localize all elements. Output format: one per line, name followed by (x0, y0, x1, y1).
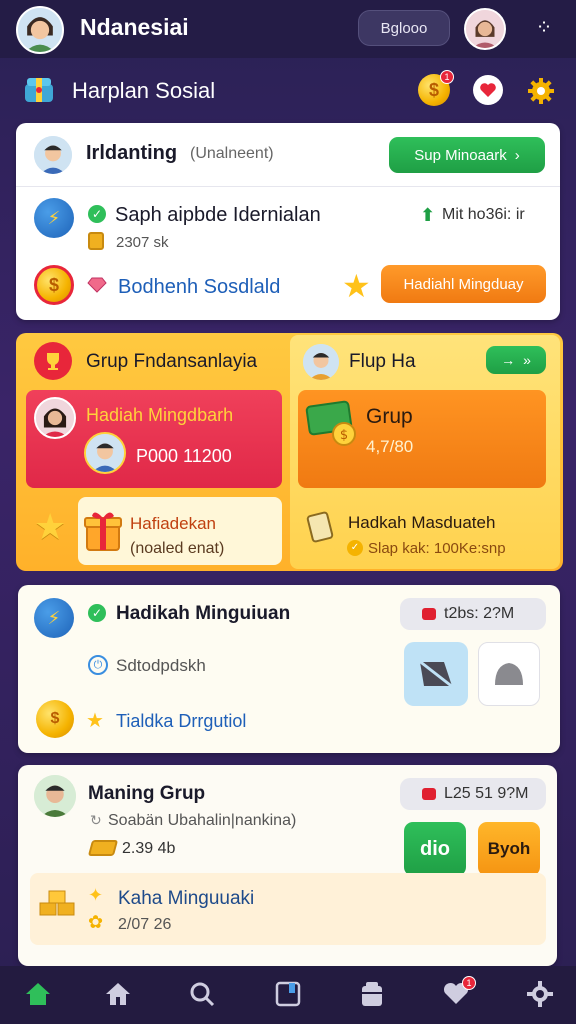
gem-icon (86, 277, 108, 293)
image-icon (417, 658, 455, 690)
promo-right-sub: Slap kak: 100Ke:snp (368, 540, 506, 557)
user-avatar[interactable] (464, 8, 506, 50)
shield-check-icon: ✓ (347, 540, 363, 556)
group-avatar (34, 775, 76, 817)
gold-bar-icon (87, 840, 119, 856)
svg-text:$: $ (340, 428, 348, 443)
trophy-icon (34, 342, 72, 380)
house-icon[interactable] (94, 970, 142, 1018)
gift-box-icon (22, 74, 56, 106)
green-action-button[interactable]: dio (404, 822, 466, 876)
person-icon (18, 8, 62, 52)
group-avatar (303, 344, 339, 380)
person-icon (34, 136, 72, 174)
timer-pill: t2bs: 2?M (400, 598, 546, 630)
check-icon: ✓ (88, 604, 106, 622)
flup-header: Flup Ha (349, 351, 416, 372)
weekly-row-2: Sdtodpdskh (116, 656, 206, 675)
app-title: Ndanesiai (80, 14, 189, 40)
row-amount: 2307 sk (116, 234, 169, 251)
chevron-right-icon: › (514, 146, 520, 164)
weekly-link[interactable]: Tialdka Drrgutiol (116, 711, 246, 732)
person-icon (34, 775, 76, 817)
person-icon (303, 344, 339, 380)
row-meta: Mit ho36i: ir (442, 206, 525, 223)
timer-icon (422, 788, 436, 800)
double-chevron-icon: » (523, 352, 531, 368)
promo-right-title: Hadkah Masduateh (348, 513, 496, 532)
boost-icon: ⚡ (34, 198, 74, 238)
inner-card-value: 2/07 26 (118, 916, 172, 933)
inner-card-title: Kaha Minguuaki (118, 888, 255, 909)
nav-badge: 1 (462, 976, 476, 990)
promo-left-sub: (noaled enat) (130, 540, 225, 557)
member-status: (Unalneent) (190, 145, 274, 162)
member-name: Irldanting (86, 142, 178, 164)
timer-text: t2bs: 2?M (444, 605, 515, 622)
coin-badge-icon: $ (34, 265, 74, 305)
star-icon: ★ (86, 710, 104, 732)
notification-badge: 1 (440, 70, 454, 84)
group-card-title: Maning Grup (88, 783, 206, 804)
reward-tile-title: Hadiah Mingdbarh (86, 405, 234, 425)
settings-icon[interactable] (516, 970, 564, 1018)
timer-icon (422, 608, 436, 620)
divider (16, 186, 560, 187)
person-icon (466, 10, 504, 48)
image-tile-blue[interactable] (404, 642, 468, 706)
promo-left-title: Hafiadekan (130, 514, 217, 533)
timer-text: L25 51 9?M (444, 785, 529, 802)
group-tile-title: Grup (366, 405, 413, 428)
section-title: Harplan Sosial (72, 78, 216, 103)
home-icon[interactable] (14, 970, 62, 1018)
ticket-icon (306, 510, 336, 544)
refresh-icon: ↻ (90, 812, 102, 828)
notebook-icon[interactable] (264, 970, 312, 1018)
boost-icon: ⚡ (34, 598, 74, 638)
orange-action-button[interactable]: Byoh (478, 822, 540, 876)
weekly-reward-button[interactable]: Hadiahl Mingduay (381, 265, 546, 303)
reward-tile-value: P000 11200 (136, 446, 232, 466)
star-badge-icon: ★ (34, 506, 67, 547)
reward-avatar-2 (84, 432, 126, 474)
arrow-right-icon: → (501, 352, 516, 368)
header-pill-button[interactable]: Bglooo (358, 10, 450, 46)
check-icon: ✓ (88, 205, 106, 223)
sparkle-icon: ✦ (88, 885, 104, 905)
search-icon[interactable] (178, 970, 226, 1018)
gift-icon (84, 508, 122, 552)
money-icon: $ (304, 396, 362, 448)
heart-icon[interactable] (473, 75, 503, 105)
social-link[interactable]: Bodhenh Sosdlald (118, 276, 280, 299)
gold-bar-icon (88, 232, 104, 250)
power-icon: ⏻ (88, 655, 108, 675)
group-card-amount: 2.39 4b (122, 840, 176, 857)
star-icon: ★ (342, 268, 371, 304)
sup-button[interactable]: Sup Minoaark › (389, 137, 545, 173)
hand-icon (495, 663, 523, 685)
gold-bars-icon (38, 883, 78, 923)
puzzle-icon: ✿ (88, 912, 104, 932)
more-dots-icon[interactable]: ⁘ (532, 16, 556, 40)
person-icon (86, 434, 124, 472)
profile-avatar[interactable] (16, 6, 64, 54)
timer-pill: L25 51 9?M (400, 778, 546, 810)
reward-avatar (34, 397, 76, 439)
weekly-card-title: Hadikah Minguiuan (116, 603, 291, 624)
image-tile-white[interactable] (478, 642, 540, 706)
group-tile-value: 4,7/80 (366, 437, 414, 456)
wallet-icon[interactable] (348, 970, 396, 1018)
coin-icon: $ (36, 700, 74, 738)
sup-button-label: Sup Minoaark (414, 146, 507, 164)
person-icon (36, 399, 74, 437)
group-header: Grup Fndansanlayia (86, 351, 258, 372)
gear-icon[interactable] (526, 76, 556, 106)
group-inner-card[interactable] (30, 873, 546, 945)
member-avatar (34, 136, 72, 174)
arrow-up-icon: ⬆ (420, 205, 436, 225)
forward-button[interactable]: → » (486, 346, 546, 374)
group-card-sub: Soabän Ubahalin|nankina) (108, 812, 297, 829)
row-title: Saph aipbde Idernialan (115, 204, 321, 226)
